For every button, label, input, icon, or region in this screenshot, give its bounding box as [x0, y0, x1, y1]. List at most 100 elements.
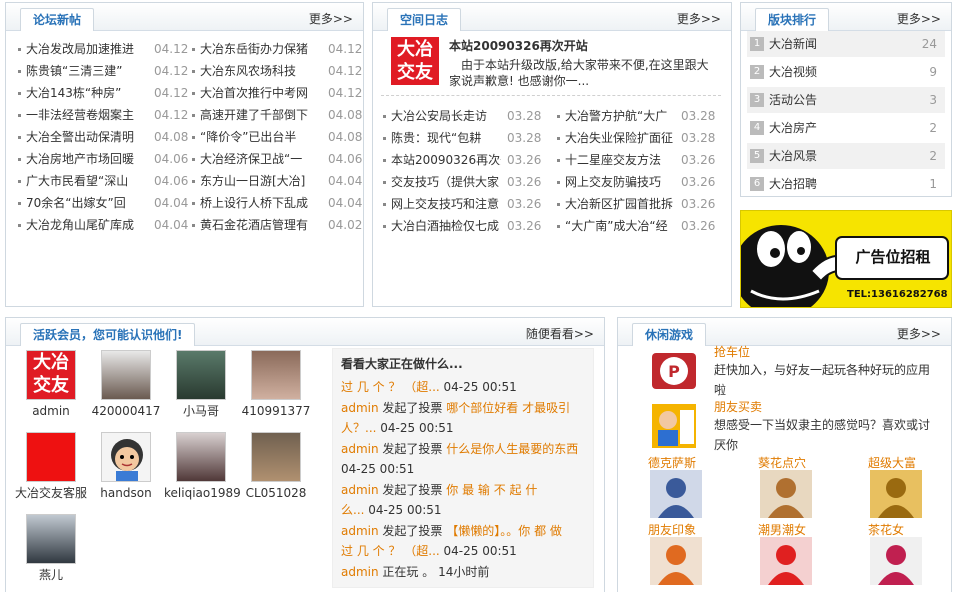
member-avatar[interactable]: 大冶 交友: [26, 350, 76, 400]
games-more-link[interactable]: 更多>>: [897, 325, 941, 342]
acupoint-icon[interactable]: [760, 470, 812, 518]
post-item[interactable]: 本站20090326再次开 03.26: [383, 149, 557, 171]
post-item[interactable]: 高速开建了千部倒下 04.08: [192, 104, 364, 126]
post-title[interactable]: 大冶东风农场科技: [200, 60, 312, 82]
activity-link[interactable]: 哪个部位好看 才最吸引: [446, 401, 570, 415]
post-item[interactable]: 桥上设行人桥下乱成 04.04: [192, 192, 364, 214]
member-name[interactable]: 大冶交友客服: [14, 485, 88, 501]
post-item[interactable]: 大冶警方护航“大广 03.28: [557, 105, 731, 127]
member-name[interactable]: admin: [14, 403, 88, 419]
game-name[interactable]: 超级大富: [868, 454, 916, 471]
activity-link[interactable]: 过 几 个 ？ （超...: [341, 544, 440, 558]
post-title[interactable]: 大冶失业保险扩面征: [565, 127, 677, 149]
member-avatar[interactable]: [101, 350, 151, 400]
post-title[interactable]: 大冶发改局加速推进: [26, 38, 152, 60]
post-item[interactable]: 网上交友技巧和注意 03.26: [383, 193, 557, 215]
member-card[interactable]: 410991377: [239, 350, 313, 419]
post-item[interactable]: 陈贵镇“三清三建” 04.12: [18, 60, 190, 82]
ranking-item[interactable]: 4 大冶房产 2: [747, 115, 945, 141]
poker-icon[interactable]: [650, 470, 702, 518]
ranking-item[interactable]: 2 大冶视频 9: [747, 59, 945, 85]
member-name[interactable]: 小马哥: [164, 403, 238, 419]
member-card[interactable]: 小马哥: [164, 350, 238, 419]
rich-icon[interactable]: [870, 470, 922, 518]
members-more-link[interactable]: 随便看看>>: [526, 325, 594, 342]
post-item[interactable]: 大冶经济保卫战“一 04.06: [192, 148, 364, 170]
ad-banner[interactable]: 广告位招租 TEL:13616282768: [740, 210, 952, 308]
post-title[interactable]: 十二星座交友方法: [565, 149, 677, 171]
post-title[interactable]: “大广南”成大冶“经: [565, 215, 677, 237]
post-title[interactable]: 大冶新区扩园首批拆: [565, 193, 677, 215]
post-title[interactable]: 陈贵：现代“包耕: [391, 127, 501, 149]
game-name[interactable]: 潮男潮女: [758, 521, 806, 538]
game-name[interactable]: 葵花点穴: [758, 454, 806, 471]
post-item[interactable]: 陈贵：现代“包耕 03.28: [383, 127, 557, 149]
member-card[interactable]: 燕儿: [14, 514, 88, 583]
member-avatar[interactable]: [26, 514, 76, 564]
post-title[interactable]: 大冶公安局长走访: [391, 105, 501, 127]
fashion-icon[interactable]: [760, 537, 812, 585]
post-title[interactable]: 大冶白酒抽检仅七成: [391, 215, 501, 237]
post-item[interactable]: 70余名“出嫁女”回 04.04: [18, 192, 190, 214]
post-title[interactable]: “降价令”已出台半: [200, 126, 312, 148]
post-title[interactable]: 网上交友技巧和注意: [391, 193, 501, 215]
rank-name[interactable]: 大冶房产: [769, 115, 817, 141]
activity-link[interactable]: 么...: [341, 503, 364, 517]
post-title[interactable]: 大冶首次推行中考网: [200, 82, 312, 104]
post-title[interactable]: 东方山一日游[大冶]: [200, 170, 312, 192]
post-item[interactable]: “大广南”成大冶“经 03.26: [557, 215, 731, 237]
activity-actor[interactable]: admin: [341, 565, 379, 579]
member-avatar[interactable]: [176, 350, 226, 400]
member-name[interactable]: CL051028: [239, 485, 313, 501]
post-item[interactable]: 网上交友防骗技巧 03.26: [557, 171, 731, 193]
member-avatar[interactable]: [176, 432, 226, 482]
member-card[interactable]: 大冶交友客服: [14, 432, 88, 501]
game-name[interactable]: 德克萨斯: [648, 454, 696, 471]
member-card[interactable]: 420000417: [89, 350, 163, 419]
member-name[interactable]: keliqiao1989: [164, 485, 241, 501]
blog-featured-logo[interactable]: 大冶 交友: [391, 37, 439, 85]
activity-actor[interactable]: admin: [341, 524, 379, 538]
post-title[interactable]: 广大市民看望“深山: [26, 170, 152, 192]
post-item[interactable]: 大冶龙角山尾矿库成 04.04: [18, 214, 190, 236]
activity-link[interactable]: 你 最 输 不 起 什: [446, 483, 537, 497]
member-avatar[interactable]: [251, 432, 301, 482]
member-card[interactable]: handson: [89, 432, 163, 501]
post-item[interactable]: 大冶143栋“种房” 04.12: [18, 82, 190, 104]
activity-link[interactable]: 【懒懒的】。。你 都 做: [446, 524, 562, 538]
post-title[interactable]: 本站20090326再次开: [391, 149, 501, 171]
game-name[interactable]: 朋友印象: [648, 521, 696, 538]
ranking-item[interactable]: 3 活动公告 3: [747, 87, 945, 113]
ranking-item[interactable]: 5 大冶风景 2: [747, 143, 945, 169]
ranking-item[interactable]: 1 大冶新闻 24: [747, 31, 945, 57]
blog-featured-title[interactable]: 本站20090326再次开站: [449, 37, 588, 54]
ranking-more-link[interactable]: 更多>>: [897, 10, 941, 27]
post-item[interactable]: 大冶东风农场科技 04.12: [192, 60, 364, 82]
forum-more-link[interactable]: 更多>>: [309, 10, 353, 27]
rank-name[interactable]: 大冶风景: [769, 143, 817, 169]
post-item[interactable]: 大冶公安局长走访 03.28: [383, 105, 557, 127]
member-name[interactable]: 410991377: [239, 403, 313, 419]
friends-trade-icon[interactable]: [648, 402, 700, 450]
post-item[interactable]: 大冶失业保险扩面征 03.28: [557, 127, 731, 149]
activity-link[interactable]: 过 几 个 ？ （超...: [341, 380, 440, 394]
post-title[interactable]: 70余名“出嫁女”回: [26, 192, 152, 214]
post-title[interactable]: 大冶经济保卫战“一: [200, 148, 312, 170]
member-avatar[interactable]: [251, 350, 301, 400]
post-title[interactable]: 大冶东岳街办力保猪: [200, 38, 312, 60]
post-title[interactable]: 大冶全警出动保清明: [26, 126, 152, 148]
camellia-icon[interactable]: [870, 537, 922, 585]
member-name[interactable]: handson: [89, 485, 163, 501]
post-item[interactable]: 大冶新区扩园首批拆 03.26: [557, 193, 731, 215]
post-title[interactable]: 大冶房地产市场回暖: [26, 148, 152, 170]
post-item[interactable]: 交友技巧（提供大家 03.26: [383, 171, 557, 193]
post-title[interactable]: 大冶143栋“种房”: [26, 82, 152, 104]
member-name[interactable]: 燕儿: [14, 567, 88, 583]
post-item[interactable]: 大冶发改局加速推进 04.12: [18, 38, 190, 60]
parking-icon[interactable]: P: [648, 347, 700, 395]
post-title[interactable]: 陈贵镇“三清三建”: [26, 60, 152, 82]
rank-name[interactable]: 大冶新闻: [769, 31, 817, 57]
game-name[interactable]: 抢车位: [714, 343, 750, 360]
impression-icon[interactable]: [650, 537, 702, 585]
ranking-item[interactable]: 6 大冶招聘 1: [747, 171, 945, 197]
